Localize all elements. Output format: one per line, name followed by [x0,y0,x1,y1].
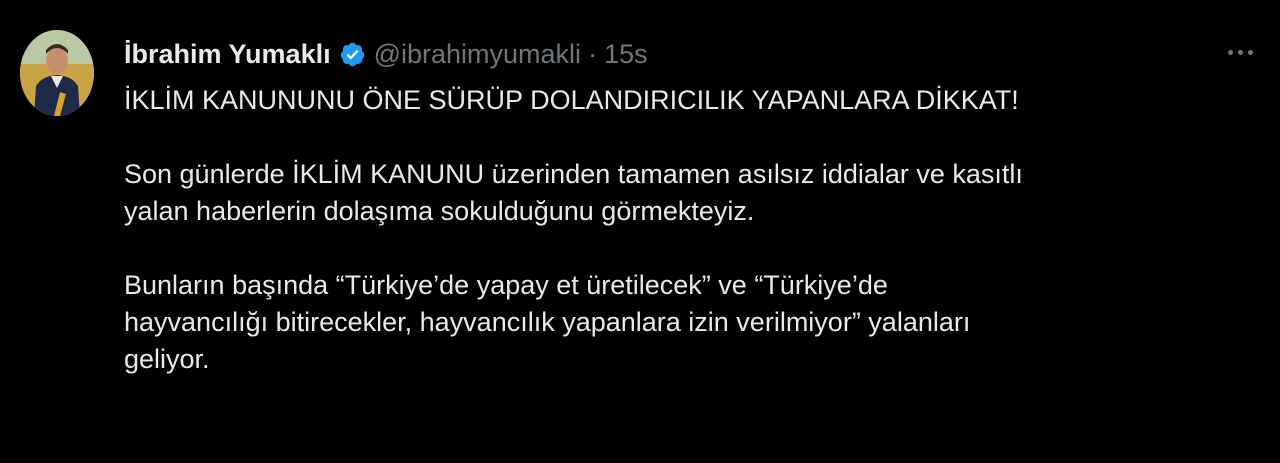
more-dot-3 [1247,49,1253,55]
author-display-name[interactable]: İbrahim Yumaklı [124,39,331,70]
tweet-header: İbrahim Yumaklı @ibrahimyumakli · 15s [124,34,648,74]
tweet-text: İKLİM KANUNUNU ÖNE SÜRÜP DOLANDIRICILIK … [124,82,1254,378]
avatar-photo [20,30,94,116]
paragraph-2-line-1: Bunların başında “Türkiye’de yapay et ür… [124,270,888,300]
headline-line: İKLİM KANUNUNU ÖNE SÜRÜP DOLANDIRICILIK … [124,85,1019,115]
paragraph-2-line-2: hayvancılığı bitirecekler, hayvancılık y… [124,307,971,337]
avatar[interactable] [20,30,94,116]
tweet-headline: İKLİM KANUNUNU ÖNE SÜRÜP DOLANDIRICILIK … [124,82,1254,119]
more-dot-2 [1237,49,1243,55]
tweet-paragraph-1: Son günlerde İKLİM KANUNU üzerinden tama… [124,156,1254,230]
tweet-paragraph-2: Bunların başında “Türkiye’de yapay et ür… [124,267,1254,378]
paragraph-1-line-1: Son günlerde İKLİM KANUNU üzerinden tama… [124,159,1023,189]
verified-badge-icon[interactable] [339,41,366,68]
tweet[interactable]: İbrahim Yumaklı @ibrahimyumakli · 15s İK… [0,0,1280,463]
author-handle[interactable]: @ibrahimyumakli [374,39,581,70]
paragraph-2-line-3: geliyor. [124,344,210,374]
more-options-icon[interactable] [1220,38,1260,66]
separator-dot: · [588,38,598,69]
timestamp[interactable]: 15s [604,39,648,70]
more-dot-1 [1227,49,1233,55]
paragraph-1-line-2: yalan haberlerin dolaşıma sokulduğunu gö… [124,196,755,226]
